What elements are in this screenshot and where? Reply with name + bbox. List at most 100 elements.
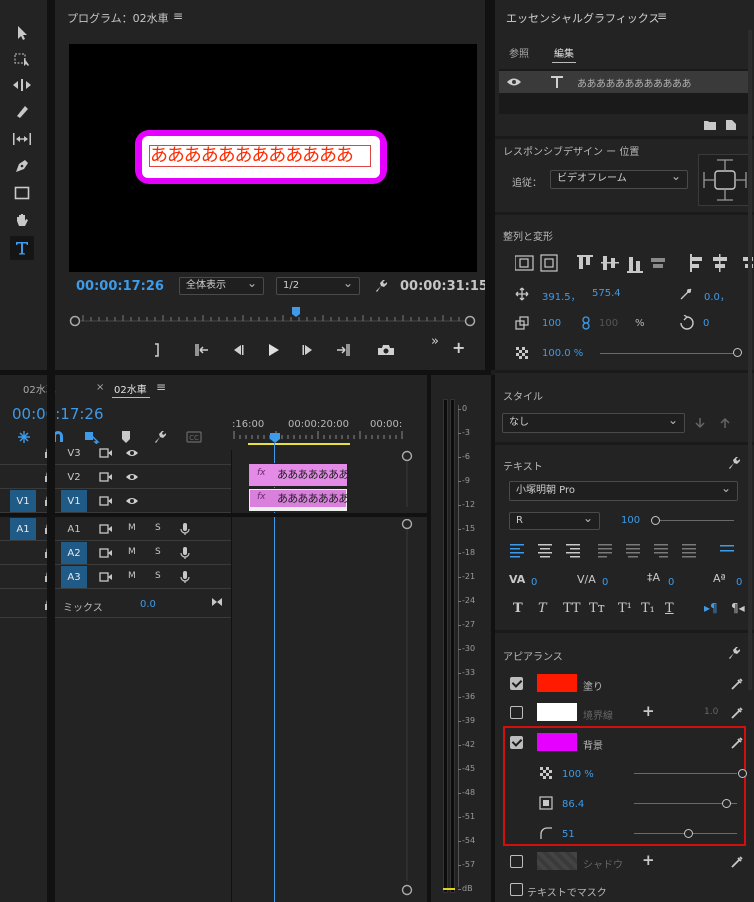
background-size-slider-knob[interactable] bbox=[722, 799, 731, 808]
step-forward-icon[interactable] bbox=[295, 338, 321, 362]
go-to-out-icon[interactable] bbox=[330, 338, 356, 362]
font-style-dropdown[interactable]: R bbox=[509, 510, 600, 530]
background-color-swatch[interactable] bbox=[537, 733, 577, 751]
track-row-a3[interactable]: A3 M S bbox=[0, 565, 427, 589]
track-row-v3[interactable]: V3 bbox=[0, 441, 427, 465]
corner-radius-slider-knob[interactable] bbox=[684, 829, 693, 838]
graphic-clip-v2[interactable]: fx あああああああ bbox=[248, 463, 349, 487]
new-layer-icon[interactable] bbox=[723, 118, 739, 132]
ltr-direction-icon[interactable]: ▸¶ bbox=[704, 601, 718, 615]
hand-tool-icon[interactable] bbox=[10, 209, 34, 231]
stroke-width-value[interactable]: 1.0 bbox=[704, 707, 718, 717]
timeline-vscroll-top[interactable] bbox=[400, 449, 414, 511]
font-family-dropdown[interactable]: 小塚明朝 Pro bbox=[509, 479, 738, 501]
shadow-eyedropper-icon[interactable] bbox=[729, 854, 745, 870]
background-opacity-slider-track[interactable] bbox=[634, 773, 737, 774]
faux-bold-icon[interactable]: T bbox=[513, 601, 523, 616]
track-row-a2[interactable]: A2 M S bbox=[0, 541, 427, 565]
shadow-color-swatch[interactable] bbox=[537, 852, 577, 870]
voiceover-mic-icon[interactable] bbox=[178, 545, 192, 561]
track-target[interactable]: V2 bbox=[61, 466, 87, 488]
solo-button[interactable]: S bbox=[155, 523, 161, 533]
track-select-tool-icon[interactable] bbox=[10, 48, 34, 70]
follow-dropdown[interactable]: ビデオフレーム bbox=[550, 168, 688, 189]
track-visibility-eye-icon[interactable] bbox=[124, 470, 140, 484]
fill-color-swatch[interactable] bbox=[537, 674, 577, 692]
pin-position-widget[interactable] bbox=[698, 154, 752, 206]
push-style-up-icon[interactable] bbox=[717, 415, 733, 431]
zoom-dropdown[interactable]: 全体表示 bbox=[179, 275, 264, 295]
rotation-value[interactable]: 0 bbox=[703, 318, 709, 329]
anchor-value[interactable]: 0.0， bbox=[704, 288, 730, 303]
sync-lock-icon[interactable] bbox=[98, 446, 114, 460]
layer-visibility-eye-icon[interactable] bbox=[505, 75, 523, 89]
add-stroke-icon[interactable]: + bbox=[642, 702, 655, 720]
sync-lock-icon[interactable] bbox=[98, 546, 114, 560]
razor-tool-icon[interactable] bbox=[10, 101, 34, 123]
play-icon[interactable] bbox=[260, 338, 286, 362]
rtl-direction-icon[interactable]: ¶◂ bbox=[731, 601, 745, 615]
video-canvas[interactable]: ああああああああああああ bbox=[69, 44, 477, 272]
push-style-down-icon[interactable] bbox=[692, 415, 708, 431]
baseline-value[interactable]: 0 bbox=[736, 577, 742, 588]
superscript-icon[interactable]: T¹ bbox=[618, 601, 632, 616]
layer-row[interactable]: ああああああああああああ bbox=[499, 71, 749, 93]
slip-tool-icon[interactable] bbox=[10, 128, 34, 150]
track-target[interactable]: V1 bbox=[61, 490, 87, 512]
faux-italic-icon[interactable]: T bbox=[538, 601, 547, 616]
small-caps-icon[interactable]: Tт bbox=[589, 601, 605, 616]
sync-lock-icon[interactable] bbox=[98, 494, 114, 508]
track-target[interactable]: A3 bbox=[61, 566, 87, 588]
font-size-slider-track[interactable] bbox=[660, 520, 734, 521]
subscript-icon[interactable]: T₁ bbox=[641, 601, 655, 616]
export-frame-icon[interactable] bbox=[373, 338, 399, 362]
panel-menu-icon[interactable]: ≡ bbox=[173, 9, 183, 23]
eg-scrollbar[interactable] bbox=[748, 30, 752, 690]
mark-out-icon[interactable] bbox=[145, 338, 171, 362]
opacity-slider-knob[interactable] bbox=[733, 348, 742, 357]
tab-edit[interactable]: 編集 bbox=[554, 45, 574, 60]
sync-lock-icon[interactable] bbox=[98, 570, 114, 584]
program-scrub-bar[interactable] bbox=[69, 305, 477, 329]
background-eyedropper-icon[interactable] bbox=[729, 735, 745, 751]
solo-button[interactable]: S bbox=[155, 547, 161, 557]
track-target[interactable]: A1 bbox=[61, 518, 87, 540]
source-patch[interactable] bbox=[10, 466, 36, 488]
background-opacity-slider-knob[interactable] bbox=[738, 769, 747, 778]
voiceover-mic-icon[interactable] bbox=[178, 521, 192, 537]
type-tool-icon[interactable] bbox=[10, 236, 34, 260]
track-visibility-eye-icon[interactable] bbox=[124, 494, 140, 508]
track-row-v2[interactable]: V2 bbox=[0, 465, 427, 489]
opacity-value[interactable]: 100.0 % bbox=[542, 348, 583, 359]
add-button-icon[interactable]: + bbox=[452, 338, 465, 357]
source-patch[interactable]: V1 bbox=[10, 490, 36, 512]
fill-eyedropper-icon[interactable] bbox=[729, 676, 745, 692]
stroke-color-swatch[interactable] bbox=[537, 703, 577, 721]
track-row-a1[interactable]: A1 A1 M S bbox=[0, 517, 427, 541]
graphic-clip-v1[interactable]: fx あああああああ bbox=[248, 488, 349, 512]
background-size-value[interactable]: 86.4 bbox=[562, 799, 584, 810]
background-opacity-value[interactable]: 100 % bbox=[562, 769, 594, 780]
solo-button[interactable]: S bbox=[155, 571, 161, 581]
position-y[interactable]: 575.4 bbox=[592, 288, 621, 299]
timeline-timecode[interactable]: 00:00:17:26 bbox=[12, 405, 104, 423]
pen-tool-icon[interactable] bbox=[10, 155, 34, 177]
more-controls-icon[interactable]: » bbox=[431, 334, 439, 349]
text-section-wrench-icon[interactable] bbox=[726, 455, 742, 471]
step-back-icon[interactable] bbox=[225, 338, 251, 362]
underline-icon[interactable]: T bbox=[665, 601, 674, 616]
font-size-value[interactable]: 100 bbox=[621, 515, 640, 526]
shadow-checkbox[interactable] bbox=[510, 855, 523, 868]
voiceover-mic-icon[interactable] bbox=[178, 569, 192, 585]
track-visibility-eye-icon[interactable] bbox=[124, 446, 140, 460]
background-checkbox[interactable] bbox=[510, 736, 523, 749]
rectangle-tool-icon[interactable] bbox=[10, 182, 34, 204]
sync-lock-icon[interactable] bbox=[98, 522, 114, 536]
timeline-vscroll-bottom[interactable] bbox=[400, 519, 414, 899]
track-target[interactable]: A2 bbox=[61, 542, 87, 564]
appearance-wrench-icon[interactable] bbox=[726, 645, 742, 661]
program-current-timecode[interactable]: 00:00:17:26 bbox=[76, 279, 164, 294]
stroke-checkbox[interactable] bbox=[510, 706, 523, 719]
scale-value[interactable]: 100 bbox=[542, 318, 561, 329]
selection-tool-icon[interactable] bbox=[10, 22, 34, 44]
